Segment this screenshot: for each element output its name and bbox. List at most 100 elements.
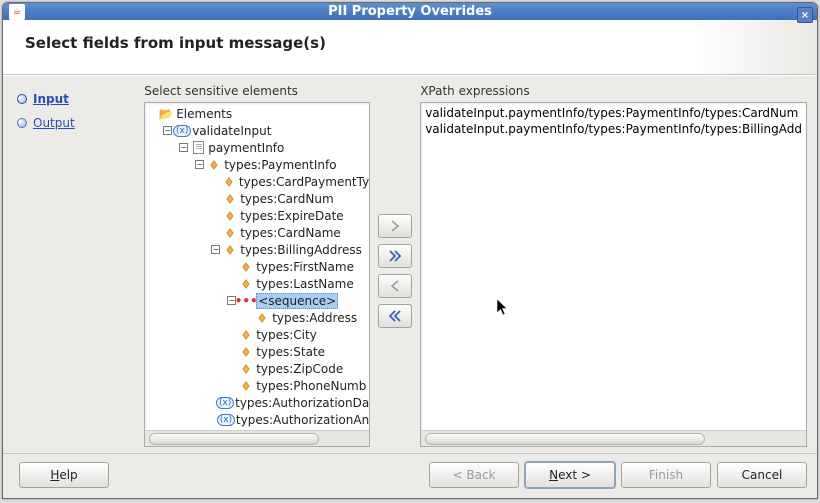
element-icon <box>238 344 254 360</box>
step-bullet-icon <box>17 118 27 128</box>
tree-node-label: types:PhoneNumb <box>256 379 366 393</box>
tree-node-label: types:FirstName <box>256 260 354 274</box>
xpath-column: XPath expressions validateInput.paymentI… <box>420 84 807 447</box>
tree-row[interactable]: types:FirstName <box>145 258 369 275</box>
tree-row[interactable]: types:ZipCode <box>145 360 369 377</box>
element-icon <box>222 242 238 258</box>
element-icon <box>254 310 270 326</box>
document-icon <box>190 140 206 156</box>
tree-row[interactable]: types:CardName <box>145 224 369 241</box>
xpath-header: XPath expressions <box>420 84 807 98</box>
collapse-icon[interactable]: − <box>211 245 220 254</box>
tree-row[interactable]: types:PhoneNumb <box>145 377 369 394</box>
dialog-footer: Help < Back Next > Finish Cancel <box>3 453 817 498</box>
sequence-icon: ••• <box>238 293 254 309</box>
collapse-icon[interactable]: − <box>195 160 204 169</box>
xpath-list[interactable]: validateInput.paymentInfo/types:PaymentI… <box>421 103 806 430</box>
element-icon <box>206 157 222 173</box>
wizard-step-input[interactable]: Input <box>11 90 134 108</box>
tree-row[interactable]: − paymentInfo <box>145 139 369 156</box>
tree-node-label: types:State <box>256 345 325 359</box>
next-button[interactable]: Next > <box>525 462 615 488</box>
java-icon: ☕ <box>9 4 25 20</box>
tree-hscrollbar[interactable] <box>145 430 369 446</box>
tree-row[interactable]: types:City <box>145 326 369 343</box>
tree-node-label: types:CardName <box>240 226 341 240</box>
content-area: Select sensitive elements 📂Elements−(x)v… <box>142 76 817 453</box>
elements-tree-panel[interactable]: 📂Elements−(x)validateInput−paymentInfo−t… <box>144 102 370 447</box>
wizard-steps-sidebar: Input Output <box>3 76 142 453</box>
tree-node-label: validateInput <box>192 124 271 138</box>
dialog-window: ☕ PII Property Overrides × Select fields… <box>2 2 818 499</box>
tree-node-label: types:City <box>256 328 317 342</box>
scrollbar-thumb[interactable] <box>149 433 319 445</box>
remove-button[interactable] <box>378 274 412 298</box>
tree-node-label: Elements <box>176 107 232 121</box>
add-button[interactable] <box>378 214 412 238</box>
tree-node-label: types:AuthorizationDa <box>235 396 369 410</box>
step-link[interactable]: Input <box>33 92 69 106</box>
variable-icon: (x) <box>218 412 234 428</box>
tree-row[interactable]: types:CardPaymentTy <box>145 173 369 190</box>
finish-button[interactable]: Finish <box>621 462 711 488</box>
tree-node-label: types:BillingAddress <box>240 243 362 257</box>
wizard-step-output[interactable]: Output <box>11 114 134 132</box>
xpath-item[interactable]: validateInput.paymentInfo/types:PaymentI… <box>421 121 806 137</box>
tree-row[interactable]: − types:PaymentInfo <box>145 156 369 173</box>
scrollbar-thumb[interactable] <box>425 433 705 445</box>
page-header: Select fields from input message(s) <box>3 20 817 75</box>
collapse-icon[interactable]: − <box>163 126 172 135</box>
tree-node-label: types:PaymentInfo <box>224 158 336 172</box>
element-icon <box>238 378 254 394</box>
xpath-hscrollbar[interactable] <box>421 430 806 446</box>
remove-all-button[interactable] <box>378 304 412 328</box>
tree-node-label: types:ExpireDate <box>240 209 343 223</box>
elements-tree[interactable]: 📂Elements−(x)validateInput−paymentInfo−t… <box>145 103 369 430</box>
tree-node-label: types:Address <box>272 311 357 325</box>
cancel-button[interactable]: Cancel <box>717 462 807 488</box>
add-all-button[interactable] <box>378 244 412 268</box>
transfer-buttons <box>378 214 412 447</box>
tree-node-label: types:ZipCode <box>256 362 343 376</box>
tree-row[interactable]: −•••<sequence> <box>145 292 369 309</box>
xpath-list-panel[interactable]: validateInput.paymentInfo/types:PaymentI… <box>420 102 807 447</box>
tree-node-label: paymentInfo <box>208 141 284 155</box>
step-link[interactable]: Output <box>33 116 75 130</box>
tree-row[interactable]: types:Address <box>145 309 369 326</box>
tree-row[interactable]: 📂Elements <box>145 105 369 122</box>
tree-row[interactable]: (x)types:AuthorizationAn <box>145 411 369 428</box>
dialog-body: Input Output Select sensitive elements 📂E… <box>3 75 817 453</box>
window-title: PII Property Overrides <box>3 4 817 19</box>
step-bullet-icon <box>17 94 27 104</box>
tree-row[interactable]: types:ExpireDate <box>145 207 369 224</box>
variable-icon: (x) <box>217 395 233 411</box>
tree-node-label: <sequence> <box>256 293 338 309</box>
tree-row[interactable]: types:LastName <box>145 275 369 292</box>
tree-node-label: types:AuthorizationAn <box>236 413 369 427</box>
tree-row[interactable]: types:CardNum <box>145 190 369 207</box>
page-title: Select fields from input message(s) <box>25 34 326 52</box>
variable-icon: (x) <box>174 123 190 139</box>
back-button[interactable]: < Back <box>429 462 519 488</box>
help-button[interactable]: Help <box>19 462 109 488</box>
tree-row[interactable]: types:State <box>145 343 369 360</box>
tree-column: Select sensitive elements 📂Elements−(x)v… <box>144 84 370 447</box>
element-icon <box>222 191 238 207</box>
tree-node-label: types:LastName <box>256 277 354 291</box>
tree-header: Select sensitive elements <box>144 84 370 98</box>
titlebar[interactable]: ☕ PII Property Overrides × <box>3 3 817 20</box>
folder-icon: 📂 <box>158 106 174 122</box>
element-icon <box>238 361 254 377</box>
tree-row[interactable]: − types:BillingAddress <box>145 241 369 258</box>
element-icon <box>221 174 237 190</box>
tree-row[interactable]: (x)types:AuthorizationDa <box>145 394 369 411</box>
element-icon <box>222 225 238 241</box>
tree-node-label: types:CardPaymentTy <box>239 175 369 189</box>
element-icon <box>238 259 254 275</box>
close-button[interactable]: × <box>797 7 813 23</box>
element-icon <box>238 276 254 292</box>
element-icon <box>222 208 238 224</box>
collapse-icon[interactable]: − <box>179 143 188 152</box>
tree-row[interactable]: −(x)validateInput <box>145 122 369 139</box>
xpath-item[interactable]: validateInput.paymentInfo/types:PaymentI… <box>421 105 806 121</box>
